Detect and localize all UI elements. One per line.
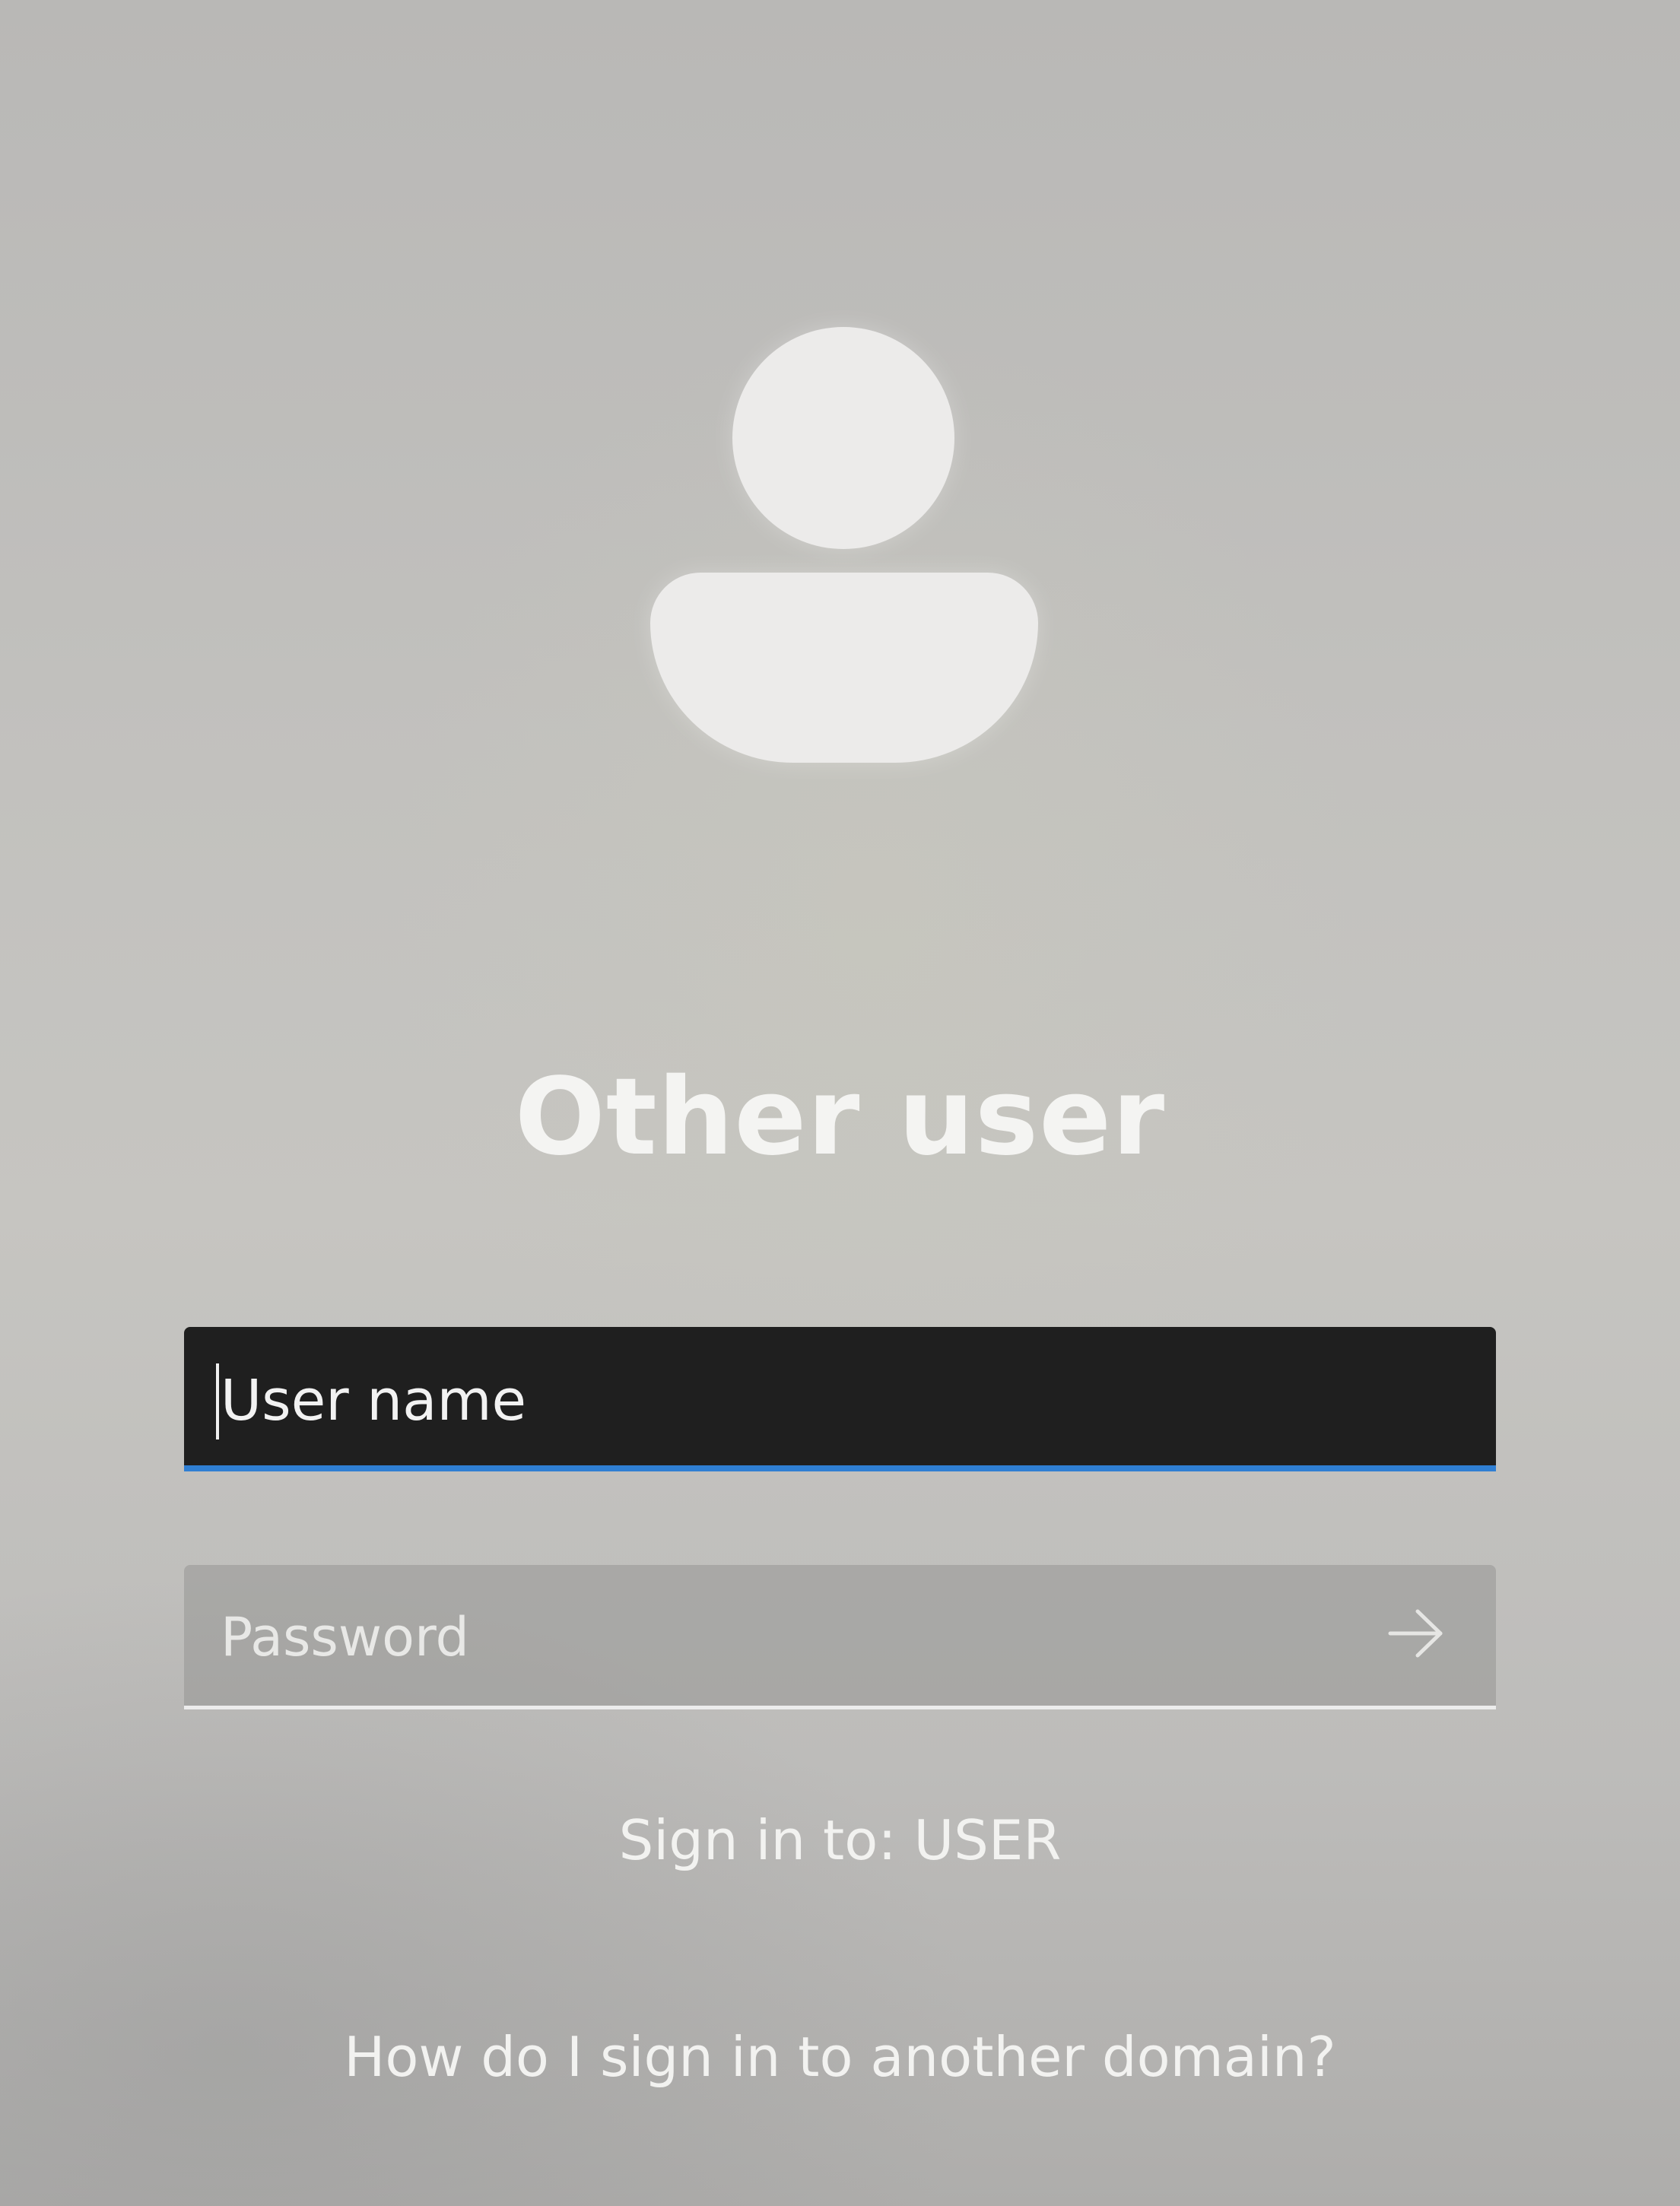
sign-in-target-text: Sign in to: USER <box>618 1808 1062 1872</box>
username-input[interactable]: User name <box>184 1327 1496 1471</box>
lock-screen: Other user User name Password Sign in to… <box>0 0 1680 2206</box>
submit-button[interactable] <box>1378 1595 1454 1671</box>
avatar-body <box>650 573 1038 763</box>
avatar-head <box>732 327 954 549</box>
username-placeholder: User name <box>221 1368 527 1433</box>
account-title: Other user <box>514 1055 1166 1179</box>
another-domain-help-link[interactable]: How do I sign in to another domain? <box>0 2019 1680 2095</box>
text-caret <box>216 1363 219 1439</box>
password-input[interactable]: Password <box>184 1565 1496 1709</box>
arrow-right-icon <box>1388 1609 1443 1658</box>
user-avatar-icon <box>646 323 1042 772</box>
password-placeholder: Password <box>221 1606 469 1668</box>
